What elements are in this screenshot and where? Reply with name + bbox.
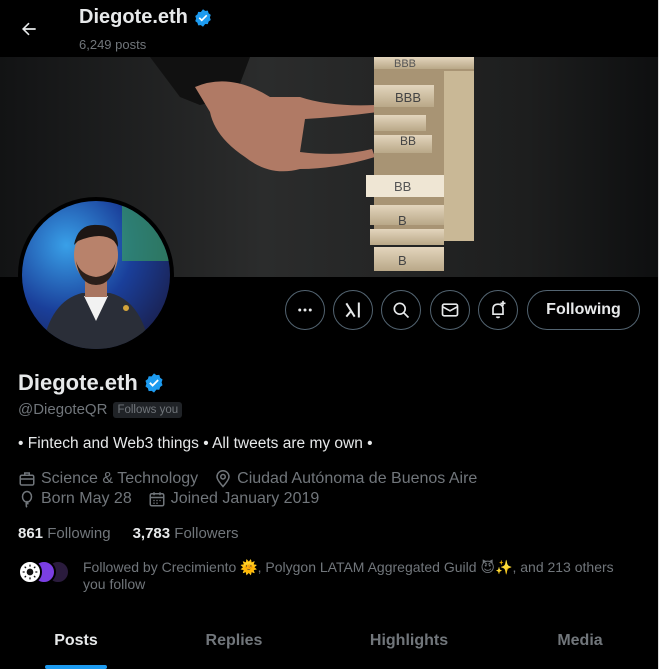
scrollbar[interactable] [658,0,672,669]
header-title: Diegote.eth [79,6,213,29]
block-label: BB [400,134,416,148]
post-count: 6,249 posts [79,37,147,52]
following-button[interactable]: Following [527,290,640,330]
follows-you-badge: Follows you [113,401,183,418]
followed-by-line-2: you follow [83,576,146,592]
followed-avatars [18,560,78,584]
profile-joined: Joined January 2019 [148,490,320,508]
joined-text: Joined January 2019 [170,490,320,507]
followers-stat[interactable]: 3,783 Followers [133,525,239,542]
following-label: Following [47,525,111,542]
verified-badge-icon[interactable] [143,372,165,394]
more-icon [298,308,312,312]
profile-category: Science & Technology [18,470,198,488]
following-count: 861 [18,525,44,542]
search-icon [393,302,410,319]
followers-label: Followers [174,525,239,542]
profile-birthday: Born May 28 [18,490,132,508]
profile-name-text: Diegote.eth [18,370,138,395]
followed-by-text: Followed by Crecimiento 🌞, Polygon LATAM… [83,559,653,593]
balloon-icon [21,490,33,508]
tab-posts[interactable]: Posts [0,620,152,669]
block-label: B [398,213,407,228]
verified-badge-icon [195,8,211,27]
more-button[interactable] [285,290,325,330]
header-name: Diegote.eth [79,6,188,28]
search-button[interactable] [381,290,421,330]
category-text: Science & Technology [41,470,199,487]
avatar [18,560,42,584]
followed-by[interactable]: Followed by Crecimiento 🌞, Polygon LATAM… [18,558,614,592]
tab-label: Media [557,632,603,649]
avatar-image [22,201,170,349]
active-tab-indicator [45,665,107,669]
profile-location: Ciudad Autónoma de Buenos Aire [214,470,477,488]
following-stat[interactable]: 861 Following [18,525,111,542]
calendar-icon [149,492,165,507]
tab-label: Replies [205,632,263,649]
profile-name: Diegote.eth [18,370,165,396]
grok-icon [345,302,360,318]
briefcase-icon [19,472,35,486]
block-label: BBB [395,90,421,105]
tab-replies[interactable]: Replies [152,620,316,669]
tab-media[interactable]: Media [502,620,658,669]
profile-tabs: Posts Replies Highlights Media [0,620,658,669]
mail-icon [441,303,459,317]
arrow-left-icon [22,22,36,36]
back-button[interactable] [12,12,46,46]
block-label: BBB [394,58,416,70]
message-button[interactable] [430,290,470,330]
bell-plus-icon [492,300,506,319]
block-label: B [398,253,407,268]
handle-row: @DiegoteQR Follows you [18,401,183,418]
location-text: Ciudad Autónoma de Buenos Aire [237,470,478,487]
sun-icon [22,564,38,580]
profile-bio: • Fintech and Web3 things • All tweets a… [18,435,373,452]
tab-label: Posts [54,632,98,649]
block-label: BB [394,179,411,194]
location-pin-icon [216,470,230,488]
notifications-button[interactable] [478,290,518,330]
grok-button[interactable] [333,290,373,330]
profile-meta-row-1: Science & Technology Ciudad Autónoma de … [18,470,493,488]
tab-label: Highlights [369,632,449,649]
top-bar: Diegote.eth 6,249 posts [0,0,658,57]
followers-count: 3,783 [132,525,171,542]
followed-by-line-1: Followed by Crecimiento 🌞, Polygon LATAM… [83,559,614,575]
profile-avatar[interactable] [18,197,174,353]
profile-handle: @DiegoteQR [18,401,108,418]
tab-highlights[interactable]: Highlights [316,620,502,669]
birthday-text: Born May 28 [41,490,132,507]
profile-meta-row-2: Born May 28 Joined January 2019 [18,490,335,508]
profile-stats: 861 Following 3,783 Followers [18,525,238,542]
